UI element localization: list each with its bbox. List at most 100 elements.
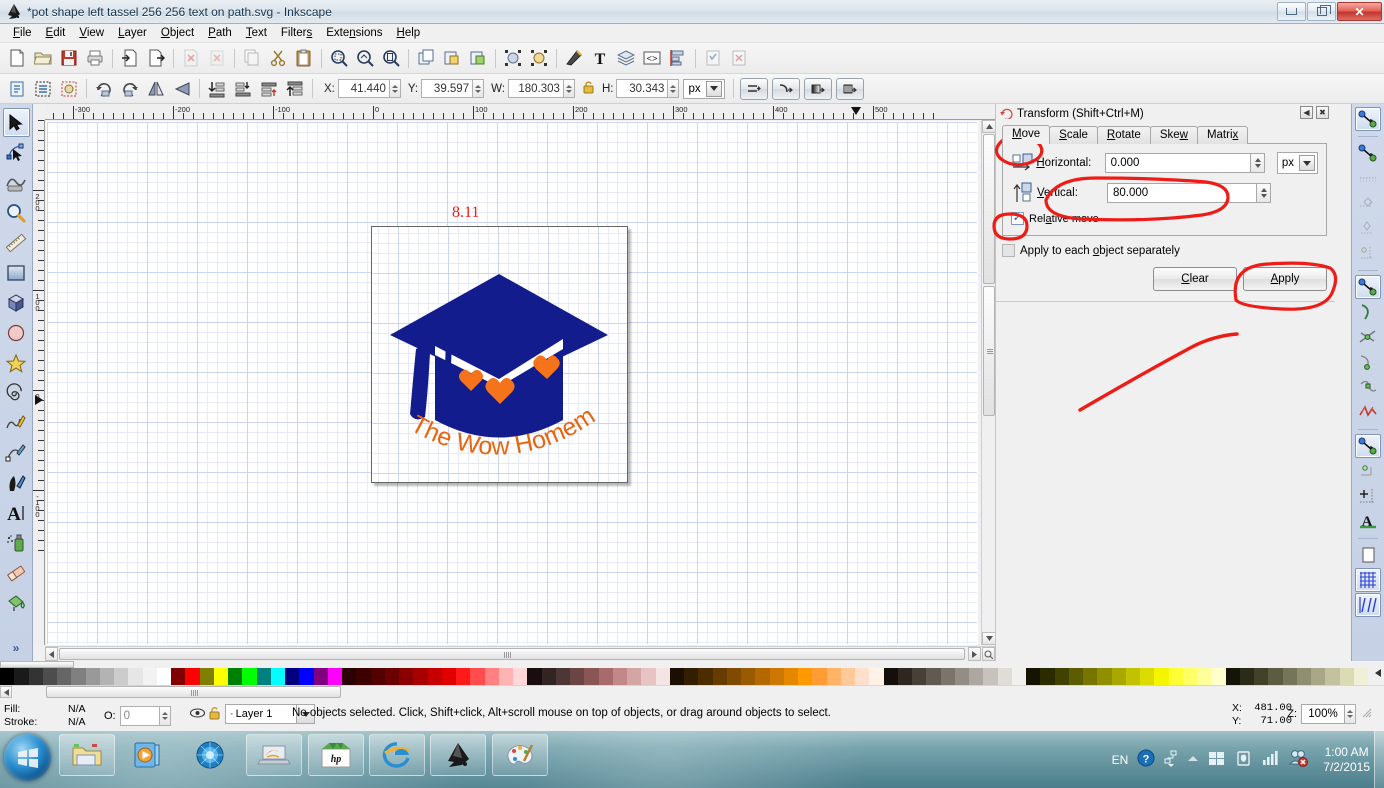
palette-swatch[interactable]	[1054, 668, 1069, 685]
palette-swatch[interactable]	[1125, 668, 1140, 685]
snap-bbox-edges-button[interactable]	[1355, 166, 1381, 190]
palette-swatch[interactable]	[997, 668, 1012, 685]
snap-others-button[interactable]	[1355, 434, 1381, 458]
transform-units-select[interactable]: px	[1276, 152, 1318, 174]
taskbar-media-player[interactable]	[119, 734, 175, 776]
palette-swatch[interactable]	[1040, 668, 1055, 685]
pencil-tool[interactable]	[3, 408, 30, 437]
taskbar-paint[interactable]	[492, 734, 548, 776]
snap-bbox-centers-button[interactable]	[1355, 241, 1381, 265]
palette-swatches[interactable]	[0, 668, 1368, 685]
document-properties-icon[interactable]	[727, 46, 751, 70]
snap-bbox-corners-button[interactable]	[1355, 191, 1381, 215]
palette-swatch[interactable]	[156, 668, 171, 685]
snap-bounding-boxes-button[interactable]	[1355, 141, 1381, 165]
snap-smooth-nodes-button[interactable]	[1355, 375, 1381, 399]
flip-vertical-icon[interactable]	[170, 77, 194, 101]
palette-swatch[interactable]	[399, 668, 414, 685]
palette-swatch[interactable]	[641, 668, 656, 685]
palette-swatch[interactable]	[541, 668, 556, 685]
palette-swatch[interactable]	[755, 668, 770, 685]
palette-swatch[interactable]	[869, 668, 884, 685]
palette-swatch[interactable]	[99, 668, 114, 685]
dock-close-button[interactable]: ✖	[1316, 106, 1329, 119]
opacity-spinner[interactable]	[159, 706, 171, 726]
palette-swatch[interactable]	[1083, 668, 1098, 685]
palette-swatch[interactable]	[456, 668, 471, 685]
menu-item-layer[interactable]: Layer	[111, 25, 154, 41]
text-properties-icon[interactable]: T	[588, 46, 612, 70]
graduation-cap-logo[interactable]: The Wow Homemaker	[365, 205, 627, 482]
menu-item-filters[interactable]: Filters	[274, 25, 319, 41]
snap-page-border-button[interactable]	[1355, 543, 1381, 567]
palette-swatch[interactable]	[228, 668, 243, 685]
palette-swatch[interactable]	[983, 668, 998, 685]
cut-icon[interactable]	[266, 46, 290, 70]
palette-swatch[interactable]	[840, 668, 855, 685]
palette-swatch[interactable]	[384, 668, 399, 685]
affect-gradients-icon[interactable]	[803, 77, 832, 100]
palette-swatch[interactable]	[370, 668, 385, 685]
scroll-up-button[interactable]	[982, 120, 996, 133]
snap-nodes-paths-button[interactable]	[1355, 275, 1381, 299]
palette-swatch[interactable]	[897, 668, 912, 685]
vertical-input[interactable]: 80.000	[1107, 183, 1257, 203]
taskbar-hp-support[interactable]	[246, 734, 302, 776]
palette-swatch[interactable]	[1211, 668, 1226, 685]
scroll-down-button[interactable]	[982, 632, 996, 645]
spiral-tool[interactable]	[3, 378, 30, 407]
palette-swatch[interactable]	[612, 668, 627, 685]
canvas-vertical-scrollbar[interactable]	[981, 120, 996, 645]
zoom-input[interactable]: 100%	[1301, 704, 1345, 724]
palette-swatch[interactable]	[1182, 668, 1197, 685]
palette-swatch[interactable]	[470, 668, 485, 685]
palette-swatch[interactable]	[28, 668, 43, 685]
palette-scroll-thumb[interactable]	[46, 686, 341, 698]
palette-swatch[interactable]	[413, 668, 428, 685]
zoom-selection-icon[interactable]	[327, 46, 351, 70]
palette-swatch[interactable]	[826, 668, 841, 685]
relative-move-checkbox[interactable]	[1011, 212, 1024, 225]
x-input[interactable]: 41.440	[337, 79, 390, 98]
palette-swatch[interactable]	[1282, 668, 1297, 685]
menu-item-view[interactable]: View	[72, 25, 111, 41]
paste-icon[interactable]	[292, 46, 316, 70]
menu-item-extensions[interactable]: Extensions	[319, 25, 389, 41]
affect-rounded-corners-icon[interactable]	[771, 77, 800, 100]
palette-swatch[interactable]	[513, 668, 528, 685]
palette-swatch[interactable]	[1268, 668, 1283, 685]
drawing-canvas[interactable]: 8.11 The Wow Homem	[46, 121, 978, 645]
lower-icon[interactable]	[231, 77, 255, 101]
palette-swatch[interactable]	[427, 668, 442, 685]
palette-swatch[interactable]	[142, 668, 157, 685]
ellipse-tool[interactable]	[3, 318, 30, 347]
resize-grip-icon[interactable]	[1362, 708, 1372, 721]
scroll-left-button[interactable]	[45, 647, 58, 661]
affect-patterns-icon[interactable]	[835, 77, 864, 100]
eraser-tool[interactable]	[3, 558, 30, 587]
fill-value[interactable]: N/A	[68, 703, 86, 715]
battery-icon[interactable]	[1235, 750, 1252, 770]
palette-swatch[interactable]	[655, 668, 670, 685]
apply-button[interactable]: Apply	[1243, 267, 1327, 291]
box3d-tool[interactable]	[3, 288, 30, 317]
selector-tool[interactable]	[2, 108, 30, 137]
palette-swatch[interactable]	[570, 668, 585, 685]
palette-hscrollbar[interactable]	[0, 686, 1384, 699]
palette-swatch[interactable]	[285, 668, 300, 685]
tab-move[interactable]: Move	[1002, 125, 1051, 144]
palette-swatch[interactable]	[270, 668, 285, 685]
minimize-button[interactable]	[1277, 2, 1306, 21]
tweak-tool[interactable]	[3, 168, 30, 197]
canvas-horizontal-scrollbar[interactable]	[45, 646, 995, 661]
spray-tool[interactable]	[3, 528, 30, 557]
lower-to-bottom-icon[interactable]	[205, 77, 229, 101]
clear-button[interactable]: Clear	[1153, 267, 1237, 291]
chevron-up-icon[interactable]	[1187, 754, 1199, 766]
palette-swatch[interactable]	[712, 668, 727, 685]
palette-swatch[interactable]	[85, 668, 100, 685]
palette-scroll-left-button[interactable]	[0, 686, 12, 698]
measure-tool[interactable]	[3, 228, 30, 257]
menu-item-file[interactable]: File	[6, 25, 39, 41]
lock-ratio-icon[interactable]	[582, 80, 595, 98]
